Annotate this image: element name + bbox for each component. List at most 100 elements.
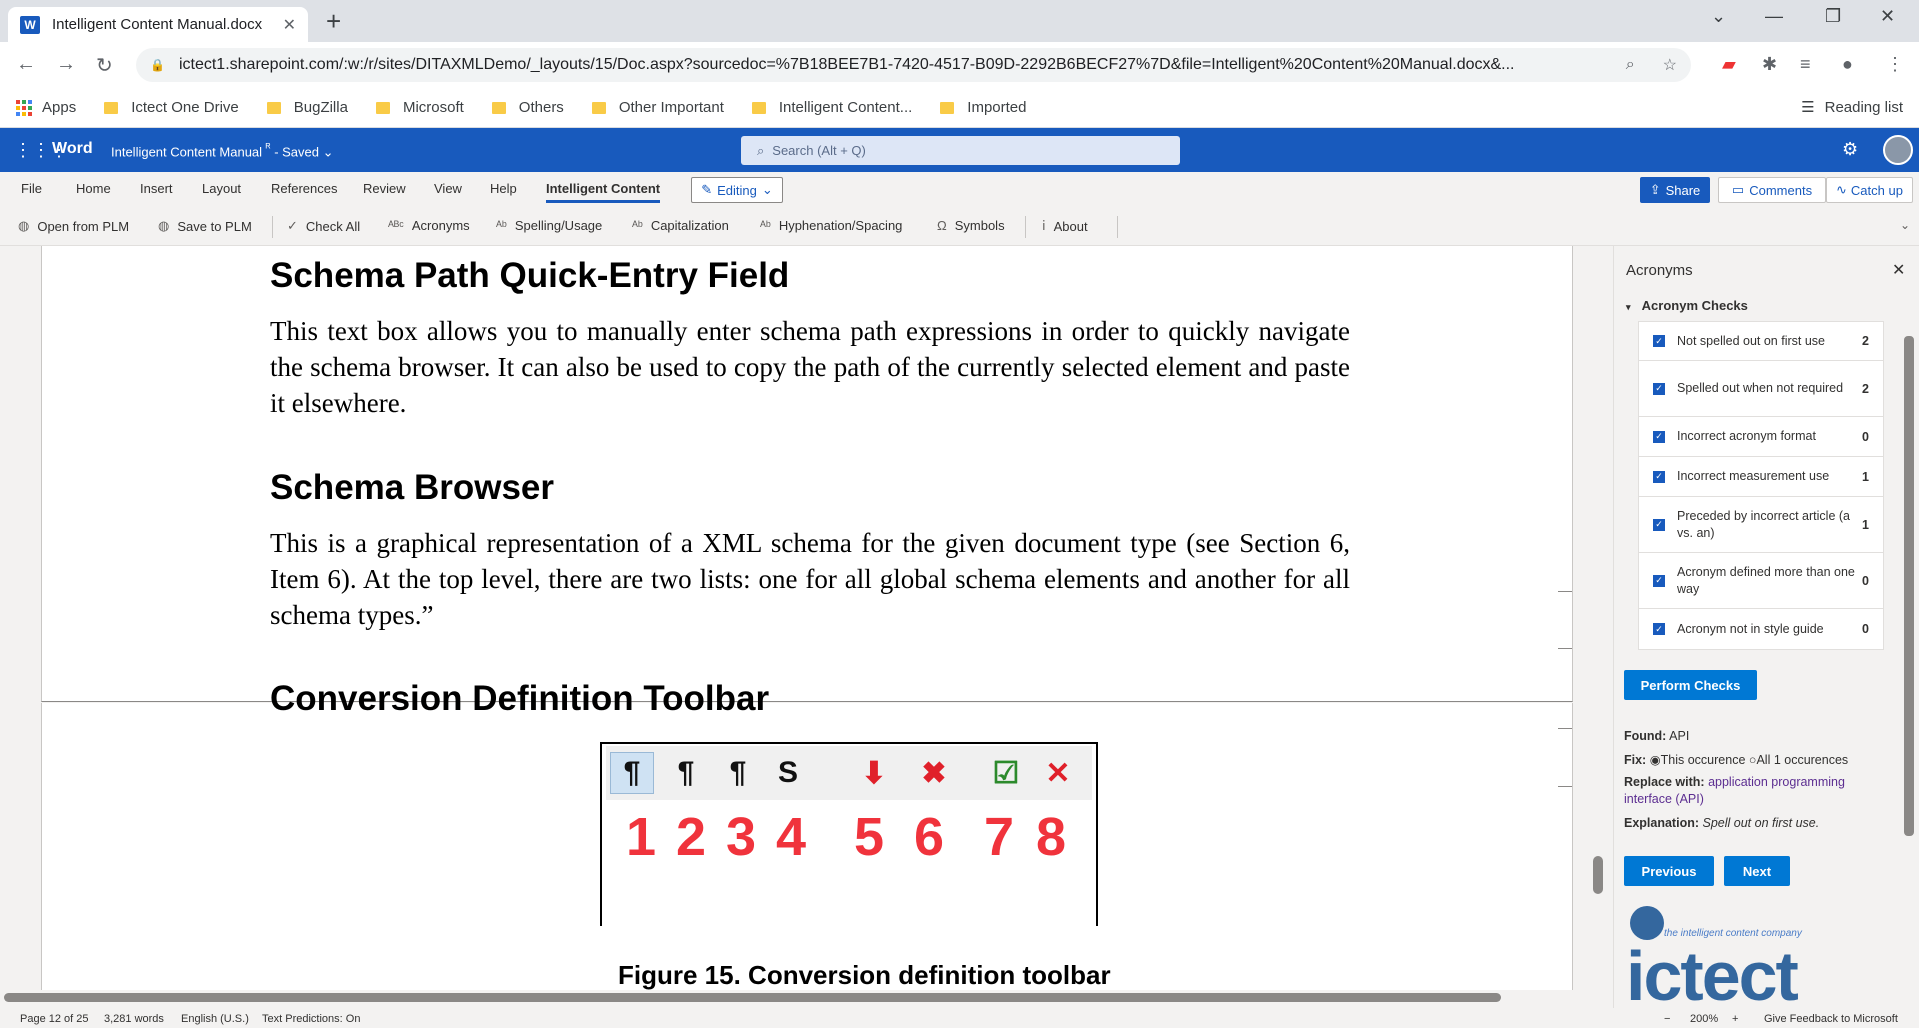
bookmark-folder[interactable]: Imported bbox=[940, 99, 1026, 116]
next-button[interactable]: Next bbox=[1724, 856, 1790, 886]
perform-checks-button[interactable]: Perform Checks bbox=[1624, 670, 1757, 700]
check-item[interactable]: ✓ Acronym not in style guide 0 bbox=[1639, 609, 1883, 649]
restore-icon[interactable]: ❐ bbox=[1825, 6, 1841, 27]
avatar[interactable] bbox=[1883, 135, 1913, 165]
open-from-plm-button[interactable]: ◍ Open from PLM bbox=[18, 218, 129, 234]
hyphenation-spacing-button[interactable]: ᴬᵇ Hyphenation/Spacing bbox=[760, 218, 902, 233]
checkbox-checked-icon[interactable]: ✓ bbox=[1653, 430, 1665, 443]
bookmark-folder[interactable]: Ictect One Drive bbox=[104, 99, 239, 116]
pane-scrollbar-thumb[interactable] bbox=[1904, 336, 1914, 836]
tab-title: Intelligent Content Manual.docx bbox=[52, 16, 263, 33]
editing-mode-button[interactable]: ✎ Editing ⌄ bbox=[691, 177, 783, 203]
save-to-plm-button[interactable]: ◍ Save to PLM bbox=[158, 218, 252, 234]
checkbox-checked-icon[interactable]: ✓ bbox=[1653, 518, 1665, 531]
pdf-extension-icon[interactable]: ▰ bbox=[1722, 54, 1736, 75]
new-tab-icon[interactable]: + bbox=[326, 8, 341, 34]
paragraph-edit-icon: ¶ bbox=[729, 756, 747, 789]
checkbox-checked-icon[interactable]: ✓ bbox=[1653, 574, 1665, 587]
check-item[interactable]: ✓ Acronym defined more than one way 0 bbox=[1639, 553, 1883, 609]
tab-references[interactable]: References bbox=[271, 181, 337, 196]
document-title[interactable]: Intelligent Content Manual ᴿ - Saved ⌄ bbox=[111, 142, 334, 160]
symbols-button[interactable]: Ω Symbols bbox=[937, 218, 1005, 233]
bookmark-apps[interactable]: Apps bbox=[16, 99, 76, 116]
tab-search-icon[interactable]: ⌄ bbox=[1711, 6, 1726, 27]
search-input[interactable]: ⌕ Search (Alt + Q) bbox=[741, 136, 1180, 165]
tab-insert[interactable]: Insert bbox=[140, 181, 173, 196]
tab-home[interactable]: Home bbox=[76, 181, 111, 196]
forward-icon[interactable]: → bbox=[56, 53, 76, 76]
gear-icon[interactable]: ⚙ bbox=[1842, 139, 1858, 160]
feedback-link[interactable]: Give Feedback to Microsoft bbox=[1764, 1013, 1898, 1025]
language[interactable]: English (U.S.) bbox=[181, 1013, 249, 1025]
checkbox-checked-icon[interactable]: ✓ bbox=[1653, 382, 1665, 395]
bookmark-folder[interactable]: BugZilla bbox=[266, 99, 348, 116]
check-item[interactable]: ✓ Spelled out when not required 2 bbox=[1639, 361, 1883, 417]
share-button[interactable]: ⇪ Share bbox=[1640, 177, 1710, 203]
minimize-icon[interactable]: — bbox=[1765, 6, 1783, 27]
document-canvas[interactable]: Schema Path Quick-Entry Field This text … bbox=[0, 246, 1613, 990]
check-item[interactable]: ✓ Incorrect measurement use 1 bbox=[1639, 457, 1883, 497]
checkbox-checked-icon[interactable]: ✓ bbox=[1653, 335, 1665, 347]
folder-icon bbox=[940, 101, 955, 114]
tab-help[interactable]: Help bbox=[490, 181, 517, 196]
app-name[interactable]: Word bbox=[52, 140, 93, 158]
menu-icon[interactable]: ⋮ bbox=[1886, 54, 1904, 75]
acronyms-button[interactable]: ᴬᴮᶜ Acronyms bbox=[388, 218, 470, 233]
page-count[interactable]: Page 12 of 25 bbox=[20, 1013, 89, 1025]
checkbox-checked-icon[interactable]: ✓ bbox=[1653, 623, 1665, 635]
checkmark-icon: ✓ bbox=[287, 218, 298, 233]
zoom-out-icon[interactable]: − bbox=[1664, 1013, 1670, 1025]
media-icon[interactable]: ≡ bbox=[1800, 54, 1811, 75]
figure-toolbar-image: ¶ ¶ ¶ S ⬇ ✖ ☑ ✕ 1 2 3 4 5 6 7 8 bbox=[600, 742, 1098, 926]
checkbox-checked-icon[interactable]: ✓ bbox=[1653, 470, 1665, 483]
check-all-button[interactable]: ✓ Check All bbox=[287, 218, 360, 234]
check-item[interactable]: ✓ Not spelled out on first use 2 bbox=[1639, 322, 1883, 361]
spelling-usage-button[interactable]: ᴬᵇ Spelling/Usage bbox=[496, 218, 602, 233]
zoom-in-icon[interactable]: + bbox=[1732, 1013, 1738, 1025]
word-icon: W bbox=[20, 15, 40, 34]
reload-icon[interactable]: ↻ bbox=[96, 53, 113, 78]
bookmark-folder[interactable]: Intelligent Content... bbox=[751, 99, 912, 116]
chevron-down-icon: ⌄ bbox=[761, 182, 773, 197]
tab-layout[interactable]: Layout bbox=[202, 181, 241, 196]
tab-intelligent-content[interactable]: Intelligent Content bbox=[546, 181, 661, 203]
zoom-level[interactable]: 200% bbox=[1690, 1013, 1718, 1025]
document-scrollbar-thumb[interactable] bbox=[1593, 856, 1603, 894]
radio-selected-icon[interactable]: ◉ bbox=[1650, 753, 1661, 767]
tab-view[interactable]: View bbox=[434, 181, 462, 196]
toolbar: ← → ↻ 🔒 ictect1.sharepoint.com/:w:/r/sit… bbox=[0, 42, 1919, 88]
address-bar[interactable]: 🔒 ictect1.sharepoint.com/:w:/r/sites/DIT… bbox=[136, 48, 1691, 82]
close-icon[interactable]: ✕ bbox=[1892, 260, 1905, 280]
bookmark-folder[interactable]: Microsoft bbox=[375, 99, 464, 116]
back-icon[interactable]: ← bbox=[16, 53, 36, 76]
collapse-ribbon-icon[interactable]: ⌄ bbox=[1900, 218, 1910, 232]
catch-up-button[interactable]: ∿ Catch up bbox=[1826, 177, 1913, 203]
comments-button[interactable]: ▭ Comments bbox=[1718, 177, 1826, 203]
check-item[interactable]: ✓ Preceded by incorrect article (a vs. an… bbox=[1639, 497, 1883, 553]
bookmark-folder[interactable]: Others bbox=[491, 99, 564, 116]
close-window-icon[interactable]: ✕ bbox=[1880, 6, 1895, 27]
close-tab-icon[interactable]: ✕ bbox=[283, 15, 296, 35]
previous-button[interactable]: Previous bbox=[1624, 856, 1714, 886]
extensions-icon[interactable]: ✱ bbox=[1762, 54, 1777, 75]
text-predictions[interactable]: Text Predictions: On bbox=[262, 1013, 360, 1025]
shared-icon: ᴿ bbox=[265, 142, 271, 154]
capitalization-button[interactable]: ᴬᵇ Capitalization bbox=[632, 218, 729, 233]
bookmark-star-icon[interactable]: ☆ bbox=[1663, 55, 1677, 75]
bookmark-folder[interactable]: Other Important bbox=[591, 99, 724, 116]
margin-mark bbox=[1558, 648, 1572, 649]
tab-review[interactable]: Review bbox=[363, 181, 406, 196]
tab-file[interactable]: File bbox=[21, 181, 42, 196]
word-count[interactable]: 3,281 words bbox=[104, 1013, 164, 1025]
zoom-icon[interactable]: ⌕ bbox=[1626, 56, 1635, 74]
about-button[interactable]: ⅰ About bbox=[1042, 218, 1088, 234]
found-row: Found: API bbox=[1624, 729, 1690, 743]
check-item[interactable]: ✓ Incorrect acronym format 0 bbox=[1639, 417, 1883, 457]
pulse-icon: ∿ bbox=[1836, 182, 1847, 197]
reading-list[interactable]: ☰ Reading list bbox=[1801, 98, 1903, 117]
browser-tab[interactable]: W Intelligent Content Manual.docx ✕ bbox=[8, 7, 308, 42]
replace-row: Replace with: application programming in… bbox=[1624, 775, 1845, 806]
profile-icon[interactable]: ● bbox=[1842, 54, 1853, 75]
acronym-checks-header[interactable]: ▾ Acronym Checks bbox=[1626, 298, 1748, 313]
horizontal-scrollbar-thumb[interactable] bbox=[4, 993, 1501, 1002]
